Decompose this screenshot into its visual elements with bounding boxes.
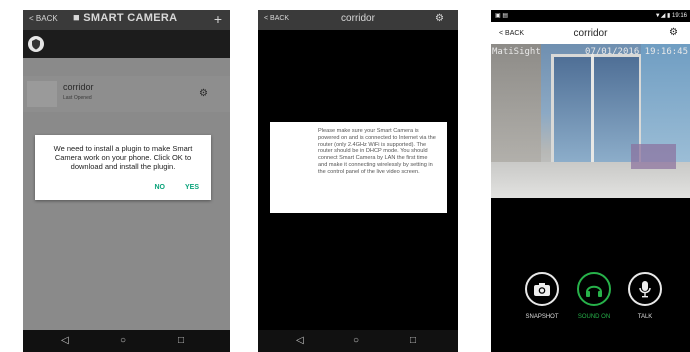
status-bar: ▣ ▤ ▼◢ ▮ 19:16 xyxy=(491,10,690,22)
yes-button[interactable]: YES xyxy=(185,184,199,191)
no-button[interactable]: NO xyxy=(155,184,166,191)
talk-button[interactable] xyxy=(628,272,662,306)
connection-help-dialog: Please make sure your Smart Camera is po… xyxy=(270,122,447,213)
camera-list-item[interactable]: corridor Last Opened ⚙ xyxy=(23,76,230,112)
add-camera-button[interactable]: + xyxy=(214,11,222,27)
video-scene-frame xyxy=(591,54,594,170)
gear-icon[interactable]: ⚙ xyxy=(199,88,208,99)
phone-screen-camera-list: < BACK ■ SMART CAMERA + corridor Last Op… xyxy=(23,10,230,352)
video-timestamp-overlay: 07/01/2016 19:16:45 xyxy=(585,47,688,57)
back-button[interactable]: < BACK xyxy=(29,14,58,23)
android-nav-bar: ◁ ○ □ xyxy=(258,330,458,352)
install-plugin-dialog: We need to install a plugin to make Smar… xyxy=(35,135,211,200)
gear-icon[interactable]: ⚙ xyxy=(435,13,444,24)
camera-icon xyxy=(534,283,550,296)
camera-thumbnail xyxy=(27,81,57,107)
live-video-feed[interactable] xyxy=(491,44,690,198)
sound-label: SOUND ON xyxy=(577,314,611,320)
app-header: < BACK ■ SMART CAMERA + xyxy=(23,10,230,30)
dialog-message: Please make sure your Smart Camera is po… xyxy=(318,128,436,175)
headphones-icon xyxy=(586,285,602,297)
shield-icon[interactable] xyxy=(27,35,45,53)
video-scene-items xyxy=(631,144,676,169)
sound-toggle-button[interactable] xyxy=(577,272,611,306)
video-scene-window xyxy=(551,54,642,170)
phone-screen-connection-help: < BACK corridor ⚙ Please make sure your … xyxy=(258,10,458,352)
dialog-message: We need to install a plugin to make Smar… xyxy=(53,144,193,171)
nav-recent-icon[interactable]: □ xyxy=(410,335,416,346)
page-title: ■ SMART CAMERA xyxy=(73,12,178,24)
page-title: corridor xyxy=(573,28,608,39)
gear-icon[interactable]: ⚙ xyxy=(669,27,678,38)
video-brand-overlay: MatiSight xyxy=(492,47,541,57)
phone-screen-live-video: ▣ ▤ ▼◢ ▮ 19:16 < BACK corridor ⚙ MatiSig… xyxy=(491,10,690,352)
nav-home-icon[interactable]: ○ xyxy=(120,335,126,346)
nav-home-icon[interactable]: ○ xyxy=(353,335,359,346)
microphone-icon xyxy=(639,281,651,298)
app-header: < BACK corridor ⚙ xyxy=(258,10,458,30)
talk-label: TALK xyxy=(637,314,653,320)
android-nav-bar: ◁ ○ □ xyxy=(23,330,230,352)
camera-name: corridor xyxy=(63,82,94,92)
app-header: < BACK corridor ⚙ xyxy=(491,22,690,44)
nav-recent-icon[interactable]: □ xyxy=(178,335,184,346)
sub-header xyxy=(23,30,230,58)
page-title: corridor xyxy=(341,13,375,24)
nav-back-icon[interactable]: ◁ xyxy=(296,335,304,346)
camera-status: Last Opened xyxy=(63,95,92,101)
snapshot-label: SNAPSHOT xyxy=(525,314,559,320)
nav-back-icon[interactable]: ◁ xyxy=(61,335,69,346)
notification-icons: ▣ ▤ xyxy=(495,13,509,19)
snapshot-button[interactable] xyxy=(525,272,559,306)
status-indicators: ▼◢ ▮ 19:16 xyxy=(654,13,687,19)
